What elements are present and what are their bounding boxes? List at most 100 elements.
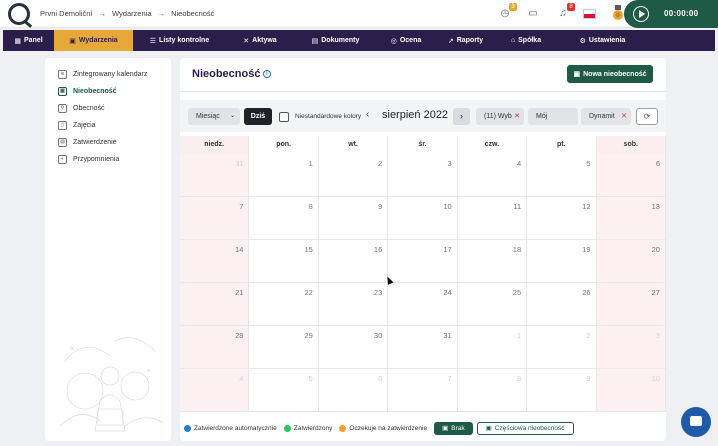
calendar-day-cell[interactable]: 8 (249, 197, 319, 240)
calendar-day-cell[interactable]: 19 (527, 240, 597, 283)
nav-item-ustawienia[interactable]: ⚙ Ustawienia (556, 30, 649, 51)
calendar-day-cell[interactable]: 29 (249, 326, 319, 369)
calendar-day-cell[interactable]: 21 (180, 283, 250, 326)
calendar-day-cell[interactable]: 30 (318, 326, 389, 369)
nav-item-panel[interactable]: ▦ Panel (3, 30, 54, 51)
nav-item-listy-kontrolne[interactable]: ☰ Listy kontrolne (133, 30, 226, 51)
polish-flag-icon[interactable] (583, 9, 596, 19)
calendar-day-cell[interactable]: 10 (596, 369, 666, 412)
absence-none-button[interactable]: ▣ Brak (434, 421, 473, 435)
sidebar-item-5[interactable]: ◐ Przypomnienia (58, 153, 119, 165)
calendar-day-cell[interactable]: 8 (457, 369, 528, 412)
day-number: 30 (373, 331, 383, 340)
calendar-day-cell[interactable]: 3 (596, 326, 666, 369)
calendar-day-cell[interactable]: 22 (249, 283, 319, 326)
calendar-day-cell[interactable]: 4 (180, 369, 250, 412)
new-absence-button[interactable]: ▣ Nowa nieobecność (567, 65, 653, 83)
nav-item-spółka[interactable]: ⌂ Spółka (496, 30, 556, 51)
calendar-day-cell[interactable]: 27 (596, 283, 666, 326)
calendar-day-cell[interactable]: 7 (388, 369, 458, 412)
calendar-day-cell[interactable]: 13 (596, 197, 666, 240)
sidebar-item-label: Zintegrowany kalendarz (73, 70, 148, 78)
nav-item-raporty[interactable]: ↗ Raporty (435, 30, 496, 51)
view-select[interactable]: Miesiąc ⌄ (188, 108, 240, 125)
breadcrumb-item[interactable]: Prvni Demoliční (40, 9, 93, 18)
day-number: 31 (235, 159, 244, 168)
partial-absence-button[interactable]: ▣ Częściowa nieobecność (476, 421, 574, 435)
sidebar-item-0[interactable]: ≋ Zintegrowany kalendarz (58, 68, 147, 80)
calendar-icon: ▣ (442, 425, 449, 432)
breadcrumb-arrow-icon: → (157, 9, 166, 18)
chevron-down-icon: ⌄ (229, 113, 235, 119)
calendar-day-cell[interactable]: 9 (318, 197, 389, 240)
day-number: 29 (304, 331, 313, 340)
clock-icon[interactable]: ◷ 3 (497, 3, 517, 22)
bell-icon[interactable]: ♫ 8 (555, 3, 575, 22)
prev-month-chevron-icon[interactable]: ‹ (366, 109, 369, 120)
nav-item-aktywa[interactable]: ✕ Aktywa (226, 30, 294, 51)
filter-chip[interactable]: (11) Wyb ✕ (476, 108, 524, 125)
calendar-day-cell[interactable]: 15 (249, 240, 319, 283)
today-button[interactable]: Dziś (244, 108, 272, 125)
calendar-day-cell[interactable]: 4 (457, 154, 528, 197)
play-icon[interactable] (633, 6, 649, 22)
calendar-day-cell[interactable]: 7 (180, 197, 250, 240)
calendar-day-cell[interactable]: 17 (388, 240, 458, 283)
calendar-day-cell[interactable]: 20 (596, 240, 666, 283)
legend-dot (339, 424, 347, 432)
remove-filter-icon[interactable]: ✕ (514, 108, 520, 125)
calendar-day-cell[interactable]: 9 (527, 369, 597, 412)
calendar-day-cell[interactable]: 23 (318, 283, 389, 326)
calendar-day-cell[interactable]: 24 (388, 283, 458, 326)
refresh-icon[interactable]: ⟳ (636, 108, 658, 125)
calendar-day-cell[interactable]: 28 (180, 326, 250, 369)
filter-chip[interactable]: Mój (528, 108, 578, 125)
next-month-chevron-icon[interactable]: › (453, 108, 470, 125)
calendar-day-cell[interactable]: 18 (457, 240, 528, 283)
calendar-day-cell[interactable]: 5 (249, 369, 319, 412)
calendar-day-cell[interactable]: 1 (249, 154, 319, 197)
remove-filter-icon[interactable]: ✕ (621, 108, 627, 125)
calendar-day-cell[interactable]: 3 (388, 154, 458, 197)
filter-chip[interactable]: Dynamit ✕ (581, 108, 631, 125)
custom-colors-checkbox[interactable] (279, 112, 289, 122)
chat-icon[interactable]: ▭ (525, 6, 541, 22)
calendar-day-cell[interactable]: 31 (180, 154, 250, 197)
calendar-day-cell[interactable]: 16 (318, 240, 389, 283)
calendar-day-cell[interactable]: 26 (527, 283, 597, 326)
calendar-day-cell[interactable]: 1 (457, 326, 528, 369)
app-logo[interactable] (8, 3, 30, 25)
sidebar-item-2[interactable]: ⚲ Obecność (58, 102, 105, 114)
calendar-day-cell[interactable]: 2 (527, 326, 597, 369)
calendar-day-cell[interactable]: 31 (388, 326, 458, 369)
nav-item-wydarzenia[interactable]: ▣ Wydarzenia (54, 30, 133, 51)
timer-display: 00:00:00 (664, 9, 699, 18)
nav-item-dokumenty[interactable]: ▤ Dokumenty (294, 30, 377, 51)
breadcrumb-item[interactable]: Wydarzenia (112, 9, 152, 18)
calendar-day-cell[interactable]: 11 (457, 197, 528, 240)
day-number: 19 (582, 245, 591, 254)
calendar-day-cell[interactable]: 25 (457, 283, 528, 326)
sidebar-item-1[interactable]: ▦ Nieobecność (58, 85, 117, 97)
day-number: 23 (373, 288, 383, 297)
calendar-day-cell[interactable]: 10 (388, 197, 458, 240)
weekday-header: czw. (458, 136, 528, 154)
notification-badge: 8 (567, 3, 575, 11)
medal-icon[interactable] (612, 5, 624, 21)
sidebar-item-4[interactable]: ▤ Zatwierdzenie (58, 136, 117, 148)
nav-label: Ocena (399, 37, 422, 44)
time-tracker[interactable]: 00:00:00 (624, 0, 718, 28)
sidebar-item-label: Zajęcia (73, 121, 96, 129)
calendar-icon: ▣ (485, 425, 492, 432)
chat-support-button[interactable] (681, 407, 711, 437)
info-icon[interactable]: i (263, 70, 271, 78)
page-title: Nieobecność (192, 68, 261, 80)
calendar-day-cell[interactable]: 6 (596, 154, 666, 197)
calendar-day-cell[interactable]: 6 (318, 369, 389, 412)
nav-item-ocena[interactable]: ◎ Ocena (377, 30, 435, 51)
calendar-day-cell[interactable]: 2 (318, 154, 389, 197)
calendar-day-cell[interactable]: 14 (180, 240, 250, 283)
calendar-day-cell[interactable]: 12 (527, 197, 597, 240)
calendar-day-cell[interactable]: 5 (527, 154, 597, 197)
sidebar-item-3[interactable]: ▯ Zajęcia (58, 119, 96, 131)
